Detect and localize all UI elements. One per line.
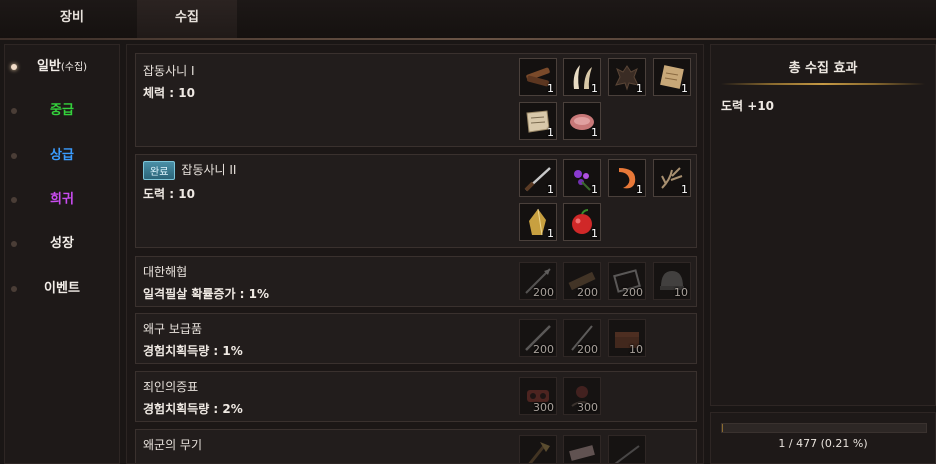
tab-collection[interactable]: 수집 <box>137 0 237 38</box>
dot-icon <box>11 197 17 203</box>
item-slot[interactable]: 1 <box>563 159 601 197</box>
sidebar-item-intermediate[interactable]: 중급 <box>5 93 119 129</box>
item-count: 1 <box>681 183 688 196</box>
dot-icon <box>11 108 17 114</box>
collection-card[interactable]: 왜군의 무기 <box>135 429 697 464</box>
top-tab-bar: 장비 수집 <box>0 0 936 39</box>
item-count: 1 <box>591 126 598 139</box>
collection-card[interactable]: 잡동사니 I 체력 : 10 1 1 1 1 1 1 <box>135 53 697 147</box>
item-slot[interactable]: 200 <box>519 319 557 357</box>
dot-icon <box>11 286 17 292</box>
dot-icon <box>11 153 17 159</box>
bone-icon <box>566 438 598 464</box>
item-slot[interactable]: 1 <box>519 203 557 241</box>
item-count: 300 <box>577 401 598 414</box>
item-slot[interactable]: 10 <box>653 262 691 300</box>
collection-title: 왜구 보급품 <box>143 320 202 337</box>
item-slot[interactable]: 1 <box>519 58 557 96</box>
item-count: 1 <box>681 82 688 95</box>
collection-title: 잡동사니 II <box>181 163 236 177</box>
item-slot[interactable]: 10 <box>608 319 646 357</box>
tab-equipment[interactable]: 장비 <box>22 0 122 38</box>
sidebar-item-label: 성장 <box>50 226 74 262</box>
effect-value: 도력 +10 <box>721 97 774 114</box>
item-count: 200 <box>622 286 643 299</box>
collection-card[interactable]: 대한해협 일격필살 확률증가 : 1% 200 200 200 10 <box>135 256 697 307</box>
collection-title: 왜군의 무기 <box>143 436 202 453</box>
sidebar-item-advanced[interactable]: 상급 <box>5 138 119 174</box>
item-count: 10 <box>674 286 688 299</box>
collection-progress: 1 / 477 (0.21 %) <box>710 412 936 464</box>
collection-title-row: 완료 잡동사니 II <box>143 161 236 180</box>
item-slot[interactable] <box>608 435 646 464</box>
item-slot[interactable]: 1 <box>653 159 691 197</box>
complete-badge: 완료 <box>143 161 175 180</box>
sidebar-item-label: 이벤트 <box>44 271 80 307</box>
collection-title: 대한해협 <box>143 263 187 280</box>
collection-stat: 도력 : 10 <box>143 185 195 202</box>
panel-title: 총 수집 효과 <box>711 57 935 76</box>
total-effect-panel: 총 수집 효과 도력 +10 <box>710 44 936 406</box>
item-slot[interactable] <box>519 435 557 464</box>
item-slot[interactable]: 1 <box>608 58 646 96</box>
item-count: 10 <box>629 343 643 356</box>
item-count: 1 <box>547 82 554 95</box>
collection-card[interactable]: 완료 잡동사니 II 도력 : 10 1 1 1 1 1 1 <box>135 154 697 248</box>
item-slot[interactable]: 1 <box>519 159 557 197</box>
category-sidebar: 일반(수집) 중급 상급 희귀 성장 이벤트 <box>4 44 120 464</box>
item-slot[interactable]: 300 <box>563 377 601 415</box>
item-slot[interactable]: 300 <box>519 377 557 415</box>
divider <box>0 38 936 40</box>
item-slot[interactable]: 1 <box>563 102 601 140</box>
collection-stat: 체력 : 10 <box>143 84 195 101</box>
item-count: 1 <box>591 82 598 95</box>
item-count: 1 <box>547 126 554 139</box>
sidebar-item-rare[interactable]: 희귀 <box>5 182 119 218</box>
collection-card[interactable]: 죄인의증표 경험치획득량 : 2% 300 300 <box>135 371 697 422</box>
item-count: 1 <box>591 183 598 196</box>
rod-icon <box>611 438 643 464</box>
sidebar-item-label: 희귀 <box>50 182 74 218</box>
item-slot[interactable]: 200 <box>563 262 601 300</box>
sidebar-item-label: 중급 <box>50 93 74 129</box>
item-count: 1 <box>547 227 554 240</box>
item-slot[interactable]: 1 <box>563 203 601 241</box>
item-count: 300 <box>533 401 554 414</box>
progress-bar <box>721 423 927 433</box>
item-count: 200 <box>533 286 554 299</box>
sidebar-item-event[interactable]: 이벤트 <box>5 271 119 307</box>
item-count: 1 <box>547 183 554 196</box>
item-slot[interactable]: 1 <box>563 58 601 96</box>
item-slot[interactable]: 1 <box>519 102 557 140</box>
item-count: 200 <box>533 343 554 356</box>
sidebar-item-growth[interactable]: 성장 <box>5 226 119 262</box>
item-count: 1 <box>636 82 643 95</box>
item-slot[interactable]: 200 <box>519 262 557 300</box>
item-count: 1 <box>591 227 598 240</box>
collection-stat: 경험치획득량 : 2% <box>143 400 243 417</box>
item-slot[interactable]: 1 <box>608 159 646 197</box>
collection-title: 잡동사니 I <box>143 62 195 79</box>
sidebar-item-general[interactable]: 일반(수집) <box>5 49 119 85</box>
sidebar-item-sublabel: (수집) <box>61 62 87 73</box>
item-slot[interactable]: 1 <box>653 58 691 96</box>
item-count: 200 <box>577 343 598 356</box>
axe-icon <box>522 438 554 464</box>
item-slot[interactable] <box>563 435 601 464</box>
item-slot[interactable]: 200 <box>563 319 601 357</box>
collection-title: 죄인의증표 <box>143 378 198 395</box>
selected-dot-icon <box>11 64 17 70</box>
collection-card[interactable]: 왜구 보급품 경험치획득량 : 1% 200 200 10 <box>135 313 697 364</box>
sidebar-item-label: 일반 <box>37 49 61 85</box>
item-count: 200 <box>577 286 598 299</box>
divider <box>721 83 925 85</box>
sidebar-item-label: 상급 <box>50 138 74 174</box>
item-slot[interactable]: 200 <box>608 262 646 300</box>
item-count: 1 <box>636 183 643 196</box>
collection-list[interactable]: 잡동사니 I 체력 : 10 1 1 1 1 1 1 완료 잡동사니 II <box>126 44 704 464</box>
progress-text: 1 / 477 (0.21 %) <box>711 437 935 450</box>
collection-stat: 일격필살 확률증가 : 1% <box>143 285 269 302</box>
dot-icon <box>11 241 17 247</box>
collection-stat: 경험치획득량 : 1% <box>143 342 243 359</box>
